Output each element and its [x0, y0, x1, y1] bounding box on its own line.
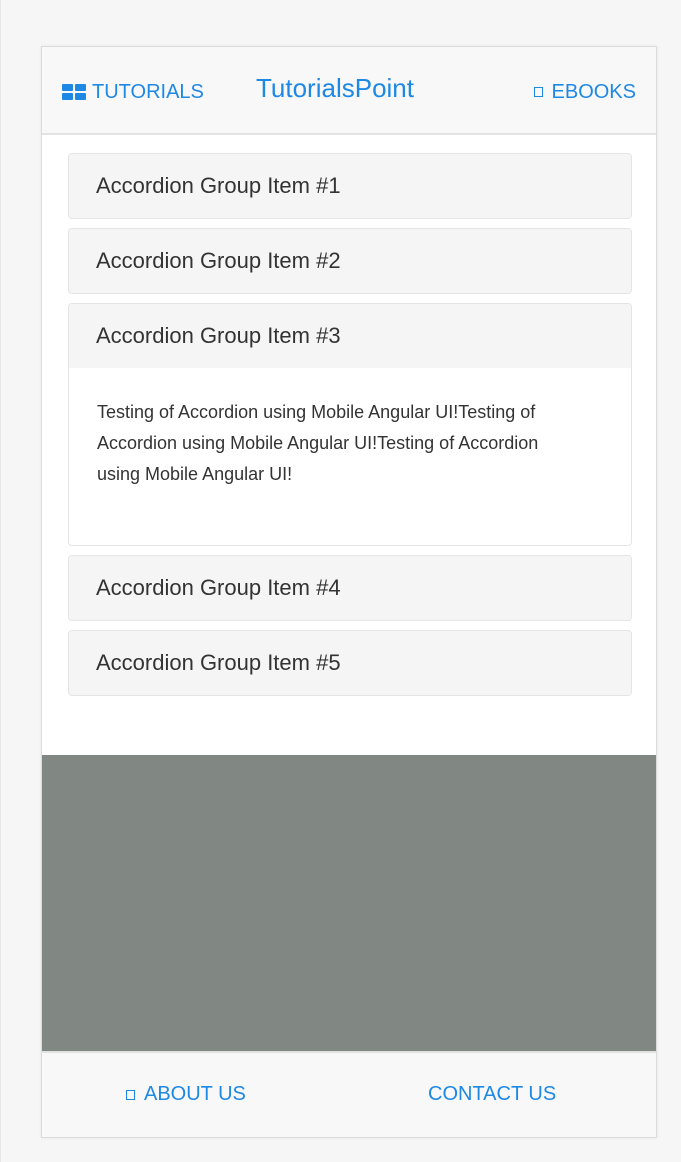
about-us-label: ABOUT US [144, 1083, 246, 1105]
accordion-item-3-body: Testing of Accordion using Mobile Angula… [97, 402, 539, 484]
mobile-app-container: TUTORIALS TutorialsPoint EBOOKS Accordio… [41, 46, 657, 1138]
accordion-item-5: Accordion Group Item #5 [68, 630, 632, 696]
grid-icon [62, 84, 86, 100]
tutorials-link[interactable]: TUTORIALS [62, 77, 204, 107]
accordion: Accordion Group Item #1 Accordion Group … [68, 153, 632, 705]
accordion-item-1: Accordion Group Item #1 [68, 153, 632, 219]
top-navbar: TUTORIALS TutorialsPoint EBOOKS [42, 47, 656, 135]
bottom-navbar: ABOUT US CONTACT US [42, 1051, 656, 1137]
about-us-link[interactable]: ABOUT US [126, 1083, 246, 1106]
ebooks-link[interactable]: EBOOKS [533, 77, 636, 107]
content-placeholder-area [42, 755, 656, 1051]
brand-title[interactable]: TutorialsPoint [256, 73, 414, 104]
accordion-item-2-heading[interactable]: Accordion Group Item #2 [69, 229, 631, 293]
accordion-item-1-heading[interactable]: Accordion Group Item #1 [69, 154, 631, 218]
square-icon [533, 87, 543, 97]
accordion-item-5-heading[interactable]: Accordion Group Item #5 [69, 631, 631, 695]
accordion-item-4-heading[interactable]: Accordion Group Item #4 [69, 556, 631, 620]
ebooks-label: EBOOKS [551, 80, 636, 103]
accordion-item-3: Accordion Group Item #3 Testing of Accor… [68, 303, 632, 546]
accordion-item-3-heading[interactable]: Accordion Group Item #3 [69, 304, 631, 368]
tutorials-label: TUTORIALS [92, 80, 204, 103]
accordion-item-4: Accordion Group Item #4 [68, 555, 632, 621]
accordion-item-2: Accordion Group Item #2 [68, 228, 632, 294]
square-icon [126, 1089, 135, 1100]
contact-us-link[interactable]: CONTACT US [428, 1083, 556, 1106]
browser-frame: TUTORIALS TutorialsPoint EBOOKS Accordio… [0, 0, 681, 1162]
